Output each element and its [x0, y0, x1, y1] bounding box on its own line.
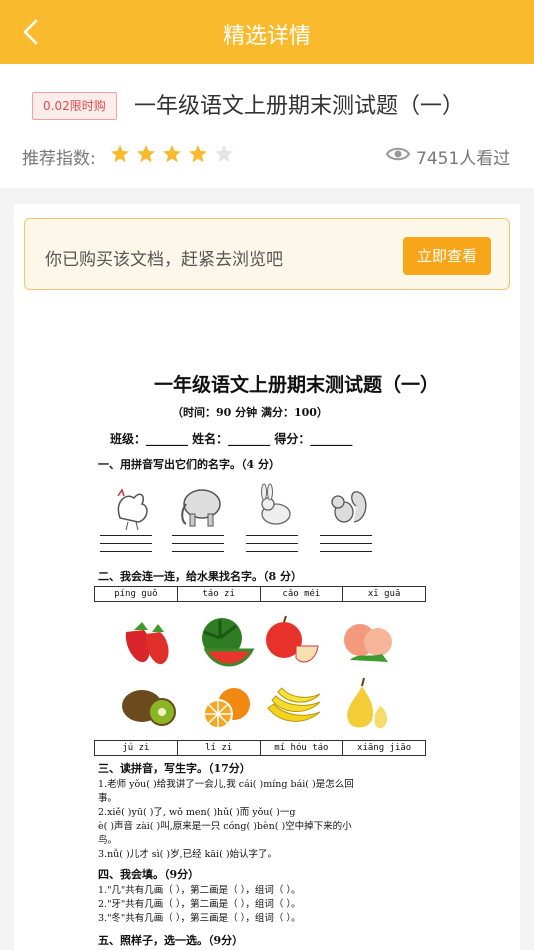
- paper-time: （时间：90 分钟 满分：100）: [172, 406, 328, 419]
- rating-stars: [110, 144, 234, 166]
- pinyin-row-top: píng guǒ táo zi cǎo méi xī guā: [94, 586, 426, 602]
- content-card: 你已购买该文档，赶紧去浏览吧 立即查看 一年级语文上册期末测试题（一） （时间：…: [14, 204, 520, 950]
- pinyin-cell: lí zi: [178, 741, 261, 755]
- answer-lines: [320, 528, 372, 552]
- doc-title: 一年级语文上册期末测试题（一）: [134, 94, 465, 119]
- question-line: 3.nǚ( )儿才 sì( )岁,已经 kāi( )始认字了。: [98, 849, 278, 860]
- question-line: 3."冬"共有几画（ ），第三画是（ ），组词（ ）。: [98, 913, 301, 924]
- pinyin-row-bottom: jú zi lí zi mí hóu táo xiāng jiāo: [94, 740, 426, 756]
- rabbit-image: [261, 483, 291, 525]
- apple-image: [266, 615, 319, 663]
- purchase-banner: 你已购买该文档，赶紧去浏览吧 立即查看: [24, 218, 510, 290]
- pinyin-cell: mí hóu táo: [261, 741, 344, 755]
- answer-lines: [100, 528, 152, 552]
- star-icon: [163, 145, 181, 163]
- kiwi-image: [122, 690, 176, 726]
- elephant-image: [181, 489, 221, 527]
- pinyin-cell: cǎo méi: [261, 587, 344, 601]
- peach-image: [344, 624, 392, 662]
- pinyin-cell: jú zi: [95, 741, 178, 755]
- section-1: 一、用拼音写出它们的名字。（4 分）: [98, 458, 280, 471]
- rooster-image: [117, 488, 148, 531]
- question-line: 1."几"共有几画（ ），第二画是（ ），组词（ ）。: [98, 885, 301, 896]
- question-line: è( )声音 zài( )叫,原来是一只 cóng( )bèn( )空中掉下来的…: [98, 821, 352, 832]
- page-title: 精选详情: [222, 24, 311, 49]
- watermelon-image: [202, 618, 255, 667]
- star-icon: [189, 145, 207, 163]
- document-preview[interactable]: 一年级语文上册期末测试题（一） （时间：90 分钟 满分：100） 班级：___…: [14, 314, 520, 950]
- question-line: 2."牙"共有几画（ ），第二画是（ ），组词（ ）。: [98, 899, 301, 910]
- answer-lines: [172, 528, 224, 552]
- section-3: 三、读拼音，写生字。（17分）: [98, 762, 251, 775]
- star-icon: [137, 145, 155, 163]
- pinyin-cell: xī guā: [367, 589, 401, 599]
- squirrel-image: [331, 491, 367, 523]
- star-icon: [215, 145, 233, 163]
- rating-label: 推荐指数:: [22, 149, 96, 169]
- pear-image: [347, 677, 388, 729]
- star-icon: [111, 145, 129, 163]
- pinyin-cell: táo zi: [178, 587, 261, 601]
- paper-fields: 班级：_______ 姓名：_______ 得分：_______: [110, 432, 353, 446]
- paper-title: 一年级语文上册期末测试题（一）: [154, 374, 440, 396]
- section-2: 二、我会连一连，给水果找名字。（8 分）: [98, 570, 302, 583]
- eye-icon: [386, 147, 410, 161]
- question-line: 1.老师 yǒu( )给我讲了一会儿,我 cái( )míng bái( )是怎…: [98, 779, 354, 790]
- pinyin-cell: píng guǒ: [95, 587, 178, 601]
- view-count: 7451人看过: [416, 149, 511, 169]
- question-line: 2.xiě( )yū( )了, wǒ men( )hǔ( )而 yǒu( )一g: [98, 807, 296, 818]
- strawberry-image: [125, 622, 169, 665]
- orange-image: [203, 688, 250, 729]
- question-line: 事。: [98, 793, 118, 804]
- top-bar: 精选详情: [0, 0, 534, 64]
- pinyin-cell: xiāng jiāo: [357, 743, 412, 753]
- banana-image: [267, 687, 321, 722]
- answer-lines: [246, 528, 298, 552]
- doc-info: 0.02限时购 一年级语文上册期末测试题（一） 推荐指数: 7451人看过: [0, 64, 534, 188]
- section-4: 四、我会填。（9分）: [98, 868, 200, 881]
- purchase-notice: 你已购买该文档，赶紧去浏览吧: [45, 250, 283, 270]
- price-badge: 0.02限时购: [32, 92, 117, 120]
- view-now-button[interactable]: 立即查看: [402, 237, 491, 275]
- question-line: 鸟。: [98, 835, 118, 846]
- section-5: 五、照样子，选一选。（9分）: [98, 934, 244, 947]
